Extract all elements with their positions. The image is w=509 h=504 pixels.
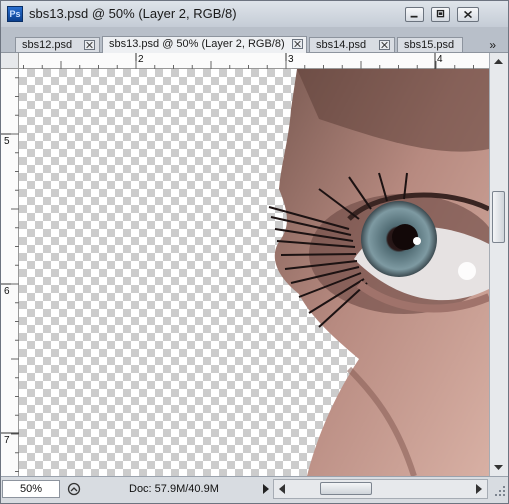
document-window: Ps sbs13.psd @ 50% (Layer 2, RGB/8) sbs1… [0,0,509,504]
resize-grip-icon[interactable] [493,482,507,498]
tab-overflow-button[interactable]: » [489,38,496,52]
tab-label: sbs12.psd [22,39,73,51]
tab-label: sbs15.psd [404,39,455,51]
horizontal-scrollbar[interactable] [273,479,488,499]
tab-close-icon[interactable] [84,40,95,50]
ruler-label: 7 [4,435,10,446]
vertical-scrollbar[interactable] [489,53,508,476]
close-icon [464,10,472,19]
close-button[interactable] [457,7,479,22]
horizontal-ruler[interactable]: 2 3 4 [19,53,489,69]
scroll-left-icon[interactable] [276,481,288,497]
ruler-label: 3 [288,54,294,65]
tab-close-icon[interactable] [379,40,390,50]
tab-close-icon[interactable] [292,39,303,49]
title-bar[interactable]: Ps sbs13.psd @ 50% (Layer 2, RGB/8) [1,1,508,28]
ruler-label: 4 [437,54,443,65]
status-bar: 50% Doc: 57.9M/40.9M [1,476,508,503]
tab-sbs12[interactable]: sbs12.psd [15,37,100,52]
document-tab-bar: sbs12.psd sbs13.psd @ 50% (Layer 2, RGB/… [1,27,508,53]
tab-sbs13[interactable]: sbs13.psd @ 50% (Layer 2, RGB/8) [102,36,307,53]
scroll-down-icon[interactable] [490,461,507,475]
tab-sbs15[interactable]: sbs15.psd [397,37,463,52]
ruler-label: 2 [138,54,144,65]
minimize-icon [410,15,418,18]
tab-label: sbs13.psd @ 50% (Layer 2, RGB/8) [109,38,285,50]
tab-label: sbs14.psd [316,39,367,51]
ruler-label: 6 [4,286,10,297]
ruler-origin[interactable] [1,53,19,69]
vertical-ruler[interactable]: 5 6 7 [1,69,19,476]
scroll-up-icon[interactable] [490,54,507,68]
status-info-icon[interactable] [67,482,81,496]
minimize-button[interactable] [405,7,424,22]
ruler-ticks [23,53,474,69]
scroll-right-icon[interactable] [473,481,485,497]
photoshop-icon: Ps [7,6,23,22]
restore-button[interactable] [431,7,450,22]
document-size-info: Doc: 57.9M/40.9M [129,483,219,495]
zoom-level-field[interactable]: 50% [2,480,60,498]
ruler-ticks [1,77,19,472]
restore-icon [436,9,445,18]
status-menu-arrow-icon[interactable] [261,483,271,495]
horizontal-scroll-thumb[interactable] [320,482,372,495]
document-canvas[interactable] [19,69,489,476]
window-title: sbs13.psd @ 50% (Layer 2, RGB/8) [29,6,237,21]
tab-sbs14[interactable]: sbs14.psd [309,37,395,52]
eye-photo-layer [268,69,489,476]
ruler-label: 5 [4,136,10,147]
vertical-scroll-thumb[interactable] [492,191,505,243]
